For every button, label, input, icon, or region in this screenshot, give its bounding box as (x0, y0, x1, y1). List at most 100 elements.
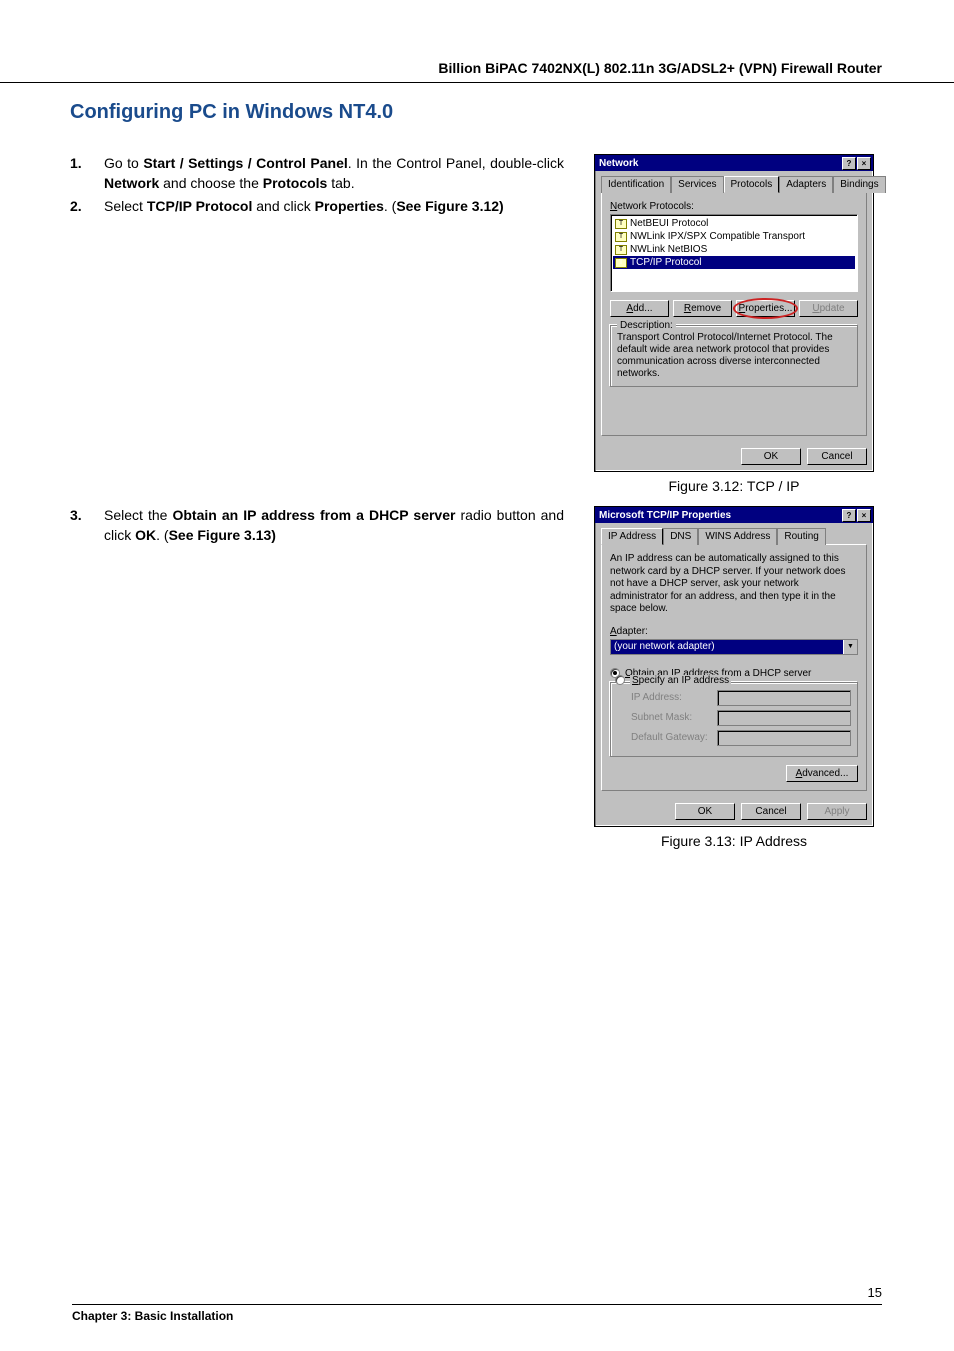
ip-address-field (717, 690, 851, 706)
text: Select (104, 198, 147, 214)
description-text: Transport Control Protocol/Internet Prot… (617, 332, 851, 380)
tab-protocols[interactable]: Protocols (724, 176, 780, 193)
mnemonic: U (812, 303, 819, 314)
text: Go to (104, 155, 143, 171)
list-item[interactable]: TNetBEUI Protocol (613, 217, 855, 230)
text: and choose the (159, 175, 263, 191)
add-button[interactable]: Add... (610, 300, 669, 317)
list-item[interactable]: TNWLink NetBIOS (613, 243, 855, 256)
list-item-label: NWLink IPX/SPX Compatible Transport (630, 231, 805, 242)
cancel-button[interactable]: Cancel (741, 803, 801, 820)
subnet-mask-field (717, 710, 851, 726)
list-item-label: TCP/IP Protocol (630, 257, 702, 268)
advanced-button[interactable]: Advanced... (786, 765, 858, 782)
bold-text: Start / Settings / Control Panel (143, 155, 347, 171)
tab-dns[interactable]: DNS (663, 528, 698, 545)
bold-text: Obtain an IP address from a DHCP server (172, 507, 455, 523)
bold-text: TCP/IP Protocol (147, 198, 253, 214)
text: pdate (820, 303, 845, 314)
groupbox-title: Description: (617, 320, 676, 331)
list-item[interactable]: TNWLink IPX/SPX Compatible Transport (613, 230, 855, 243)
protocol-icon: T (615, 245, 627, 255)
page-number: 15 (72, 1285, 882, 1300)
update-button: Update (799, 300, 858, 317)
titlebar: Microsoft TCP/IP Properties ? × (595, 507, 873, 523)
mnemonic: S (632, 675, 639, 686)
tab-strip: Identification Services Protocols Adapte… (595, 171, 873, 192)
ok-button[interactable]: OK (675, 803, 735, 820)
text: dd... (633, 303, 652, 314)
protocol-icon: T (615, 258, 627, 268)
text: and click (252, 198, 314, 214)
chevron-down-icon[interactable]: ▼ (843, 640, 857, 654)
text: dapter: (617, 626, 648, 637)
remove-button[interactable]: Remove (673, 300, 732, 317)
radio-specify-ip[interactable]: Specify an IP address (615, 675, 851, 686)
cancel-button[interactable]: Cancel (807, 448, 867, 465)
bold-text: Network (104, 175, 159, 191)
protocol-listbox[interactable]: TNetBEUI Protocol TNWLink IPX/SPX Compat… (610, 214, 858, 292)
tab-routing[interactable]: Routing (777, 528, 825, 545)
dialog-title: Network (599, 158, 638, 169)
text: . ( (156, 527, 168, 543)
footer-chapter: Chapter 3: Basic Installation (72, 1304, 882, 1323)
radio-icon (615, 675, 625, 685)
bold-text: See Figure 3.13) (169, 527, 276, 543)
mnemonic: A (610, 626, 617, 637)
default-gateway-label: Default Gateway: (631, 732, 711, 743)
titlebar: Network ? × (595, 155, 873, 171)
tab-services[interactable]: Services (671, 176, 723, 193)
step-number: 2. (70, 197, 104, 217)
description-groupbox: Description: Transport Control Protocol/… (610, 325, 858, 387)
text: etwork Protocols: (617, 201, 694, 212)
close-icon[interactable]: × (857, 509, 871, 522)
protocol-icon: T (615, 219, 627, 229)
step-body: Go to Start / Settings / Control Panel. … (104, 154, 564, 193)
tab-pane: Network Protocols: TNetBEUI Protocol TNW… (601, 192, 867, 436)
step-body: Select the Obtain an IP address from a D… (104, 506, 564, 545)
adapter-combobox[interactable]: (your network adapter) ▼ (610, 639, 858, 655)
tab-identification[interactable]: Identification (601, 176, 671, 193)
adapter-label: Adapter: (610, 626, 858, 637)
list-item-label: NWLink NetBIOS (630, 244, 707, 255)
properties-button[interactable]: Properties... (736, 300, 795, 317)
page-header-product: Billion BiPAC 7402NX(L) 802.11n 3G/ADSL2… (0, 0, 954, 83)
text: pecify an IP address (639, 675, 729, 686)
close-icon[interactable]: × (857, 157, 871, 170)
ok-button[interactable]: OK (741, 448, 801, 465)
steps-3: 3. Select the Obtain an IP address from … (70, 506, 584, 549)
list-item-selected[interactable]: TTCP/IP Protocol (613, 256, 855, 269)
tab-strip: IP Address DNS WINS Address Routing (595, 523, 873, 544)
bold-text: See Figure 3.12) (396, 198, 503, 214)
info-text: An IP address can be automatically assig… (610, 553, 858, 616)
tab-wins-address[interactable]: WINS Address (698, 528, 777, 545)
list-label: Network Protocols: (610, 201, 858, 212)
text: roperties... (745, 303, 792, 314)
ip-address-label: IP Address: (631, 692, 711, 703)
step-number: 3. (70, 506, 104, 545)
figure-caption-2: Figure 3.13: IP Address (661, 833, 807, 849)
subnet-mask-label: Subnet Mask: (631, 712, 711, 723)
steps-1-2: 1. Go to Start / Settings / Control Pane… (70, 154, 584, 221)
help-icon[interactable]: ? (842, 157, 856, 170)
tcpip-properties-dialog: Microsoft TCP/IP Properties ? × IP Addre… (594, 506, 874, 827)
step-body: Select TCP/IP Protocol and click Propert… (104, 197, 564, 217)
bold-text: Protocols (263, 175, 328, 191)
default-gateway-field (717, 730, 851, 746)
tab-bindings[interactable]: Bindings (833, 176, 885, 193)
text: tab. (327, 175, 354, 191)
help-icon[interactable]: ? (842, 509, 856, 522)
figure-caption-1: Figure 3.12: TCP / IP (669, 478, 800, 494)
text: . ( (384, 198, 396, 214)
bold-text: OK (135, 527, 156, 543)
step-number: 1. (70, 154, 104, 193)
text: Select the (104, 507, 172, 523)
specify-groupbox: Specify an IP address IP Address: Subnet… (610, 682, 858, 757)
text: dvanced... (802, 768, 848, 779)
combobox-value: (your network adapter) (611, 640, 843, 654)
tab-ip-address[interactable]: IP Address (601, 528, 663, 545)
tab-adapters[interactable]: Adapters (779, 176, 833, 193)
apply-button: Apply (807, 803, 867, 820)
bold-text: Properties (315, 198, 384, 214)
dialog-title: Microsoft TCP/IP Properties (599, 510, 731, 521)
